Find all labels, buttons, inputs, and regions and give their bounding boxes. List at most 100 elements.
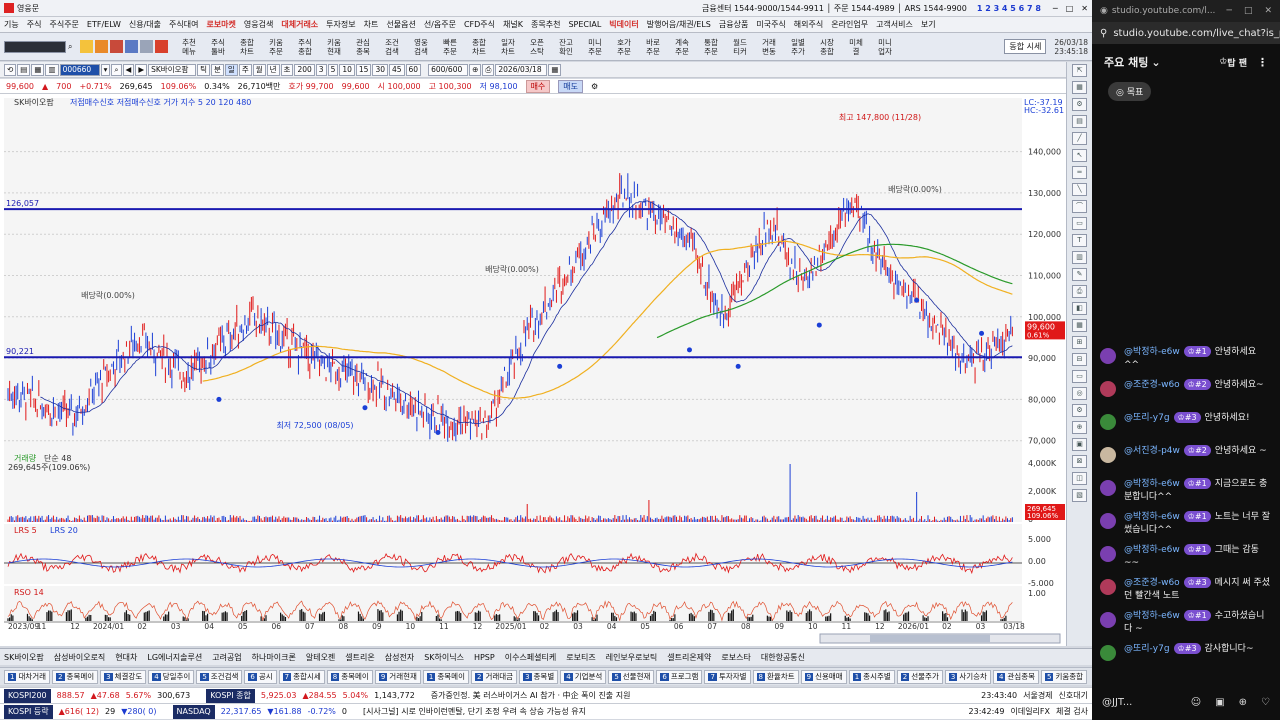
toolbar-button[interactable]: 시장 종합 [812, 38, 841, 56]
period-month[interactable]: 월 [252, 63, 266, 76]
stock-tab[interactable]: 이수스페셜티케 [505, 652, 557, 663]
toolbar-button[interactable]: 미체 결 [841, 38, 870, 56]
window-tab[interactable]: 9 신용매매 [800, 669, 847, 684]
window-tab[interactable]: 3 사기승차 [944, 669, 991, 684]
toolbar-button[interactable]: 종합 차트 [464, 38, 493, 56]
period-button[interactable]: 5 [327, 63, 339, 76]
period-tick[interactable]: 틱 [197, 63, 211, 76]
stock-code-input[interactable]: 000660 [59, 63, 100, 76]
period-sec[interactable]: 초 [280, 63, 294, 76]
drawing-tool-icon[interactable]: ▧ [1072, 489, 1087, 502]
menu-item[interactable]: CFD주식 [464, 19, 495, 30]
period-button[interactable]: 10 [339, 63, 355, 76]
maximize-icon[interactable]: □ [1244, 6, 1253, 16]
stock-tab[interactable]: 삼성전자 [385, 652, 414, 663]
menu-item[interactable]: 채널K [503, 19, 523, 30]
chart-tool-icon[interactable]: ▦ [31, 63, 45, 76]
stock-tab[interactable]: 알테오젠 [306, 652, 335, 663]
account-select[interactable] [4, 40, 66, 53]
window-tab[interactable]: 9 거래현재 [374, 669, 421, 684]
window-tab[interactable]: 1 대차거래 [4, 669, 51, 684]
window-tab[interactable]: 4 당일추이 [148, 669, 195, 684]
chat-message[interactable]: @박정하-e6w ♔#1 그때는 감동~~ [1092, 544, 1280, 577]
avatar[interactable] [1100, 414, 1116, 430]
drawing-tool-icon[interactable]: ⊞ [1072, 336, 1087, 349]
address-bar[interactable]: ⚲ studio.youtube.com/live_chat?is_p... [1092, 22, 1280, 44]
window-tab[interactable]: 7 투자자별 [704, 669, 751, 684]
menu-item[interactable]: 해외주식 [794, 19, 823, 30]
sell-button[interactable]: 매도 [558, 79, 584, 93]
menu-item[interactable]: 고객서비스 [876, 19, 913, 30]
chart-date-field[interactable]: 2026/03/18 [495, 63, 548, 76]
price-chart[interactable]: 140,000 130,000 120,000 110,000 100,000 90,00… [0, 94, 1066, 646]
zoom-icon[interactable]: ⊕ [469, 63, 482, 76]
period-button[interactable]: 200 [294, 63, 315, 76]
drawing-tool-icon[interactable]: ▭ [1072, 217, 1087, 230]
drawing-tool-icon[interactable]: ◫ [1072, 472, 1087, 485]
maximize-icon[interactable]: □ [1066, 4, 1074, 13]
buy-button[interactable]: 매수 [525, 79, 551, 93]
drawing-tool-icon[interactable]: ⚙ [1072, 98, 1087, 111]
drawing-tool-icon[interactable]: ╲ [1072, 183, 1087, 196]
drawing-tool-icon[interactable]: ⊟ [1072, 353, 1087, 366]
period-button[interactable]: 60 [405, 63, 422, 76]
window-tab[interactable]: 1 종목메이 [422, 669, 469, 684]
stock-tab[interactable]: 로보티즈 [566, 652, 595, 663]
bar-count-field[interactable]: 600/600 [428, 63, 469, 76]
stock-tab[interactable]: 셀트리온제약 [667, 652, 711, 663]
drawing-tool-icon[interactable]: ▭ [1072, 370, 1087, 383]
drawing-tool-icon[interactable]: ╱ [1072, 132, 1087, 145]
chart-tool-icon[interactable]: ⟲ [4, 63, 17, 76]
chart-tool-icon[interactable]: ▤ [17, 63, 31, 76]
drawing-tool-icon[interactable]: ═ [1072, 166, 1087, 179]
stock-tab[interactable]: 로보스타 [721, 652, 750, 663]
menu-item[interactable]: ETF/ELW [87, 20, 121, 29]
window-tab[interactable]: 5 선물현재 [608, 669, 655, 684]
avatar[interactable] [1100, 579, 1116, 595]
sort-label[interactable]: 탑 팬 [1227, 56, 1247, 69]
window-tab[interactable]: 8 환율차트 [752, 669, 799, 684]
avatar[interactable] [1100, 612, 1116, 628]
chat-author[interactable]: @박정하-e6w [1124, 512, 1180, 522]
settings-icon[interactable]: ⚙ [591, 82, 598, 91]
drawing-tool-icon[interactable]: ▣ [1072, 438, 1087, 451]
toolbar-button[interactable]: 영웅 검색 [406, 38, 435, 56]
period-day[interactable]: 일 [224, 63, 238, 76]
drawing-tool-icon[interactable]: ⊕ [1072, 421, 1087, 434]
chat-message[interactable]: @서진경-p4w ♔#2 안녕하세요 ~ [1092, 445, 1280, 478]
drawing-tool-icon[interactable]: ▤ [1072, 115, 1087, 128]
chat-author[interactable]: @서진경-p4w [1124, 446, 1180, 456]
window-tab[interactable]: 3 종목별 [519, 669, 559, 684]
chat-author[interactable]: @또리-y7g [1124, 413, 1170, 423]
menu-item[interactable]: 발행어음/채권/ELS [647, 19, 711, 30]
window-tab[interactable]: 6 프로그램 [656, 669, 703, 684]
period-min[interactable]: 분 [211, 63, 224, 76]
stock-tab[interactable]: LG에너지솔루션 [147, 652, 202, 663]
menu-item[interactable]: 영웅검색 [244, 19, 273, 30]
toolbar-button[interactable]: 키움 현재 [319, 38, 348, 56]
super-chat-icon[interactable]: ▣ [1215, 697, 1224, 708]
avatar[interactable] [1100, 480, 1116, 496]
toolbar-button[interactable]: 거래 변동 [754, 38, 783, 56]
stock-tab[interactable]: 레인보우로보틱 [606, 652, 658, 663]
add-icon[interactable]: ⊕ [1239, 697, 1247, 708]
toolbar-icon-group[interactable] [80, 40, 169, 53]
period-week[interactable]: 주 [238, 63, 252, 76]
period-button[interactable]: 30 [372, 63, 388, 76]
search-icon[interactable]: ⌕ [111, 63, 122, 76]
window-tab[interactable]: 4 기업분석 [560, 669, 607, 684]
toolbar-button[interactable]: 주식 종합 [290, 38, 319, 56]
drawing-tool-icon[interactable]: ⊠ [1072, 455, 1087, 468]
toolbar-button[interactable]: 바로 주문 [638, 38, 667, 56]
toolbar-button[interactable]: 추천 메뉴 [174, 38, 203, 56]
stock-tab[interactable]: SK바이오팜 [4, 652, 44, 663]
chat-author[interactable]: @조준경-w6o [1124, 578, 1180, 588]
heart-icon[interactable]: ♡ [1261, 697, 1270, 708]
more-icon[interactable]: ⋮ [1257, 56, 1268, 69]
chat-message[interactable]: @또리-y7g ♔#3 안녕하세요! [1092, 412, 1280, 445]
chat-author[interactable]: @또리-y7g [1124, 644, 1170, 654]
window-tab[interactable]: 5 키움종합 [1041, 669, 1088, 684]
toolbar-button[interactable]: 계속 주문 [667, 38, 696, 56]
menu-item[interactable]: 미국주식 [756, 19, 785, 30]
stock-tab[interactable]: SK하이닉스 [424, 652, 464, 663]
